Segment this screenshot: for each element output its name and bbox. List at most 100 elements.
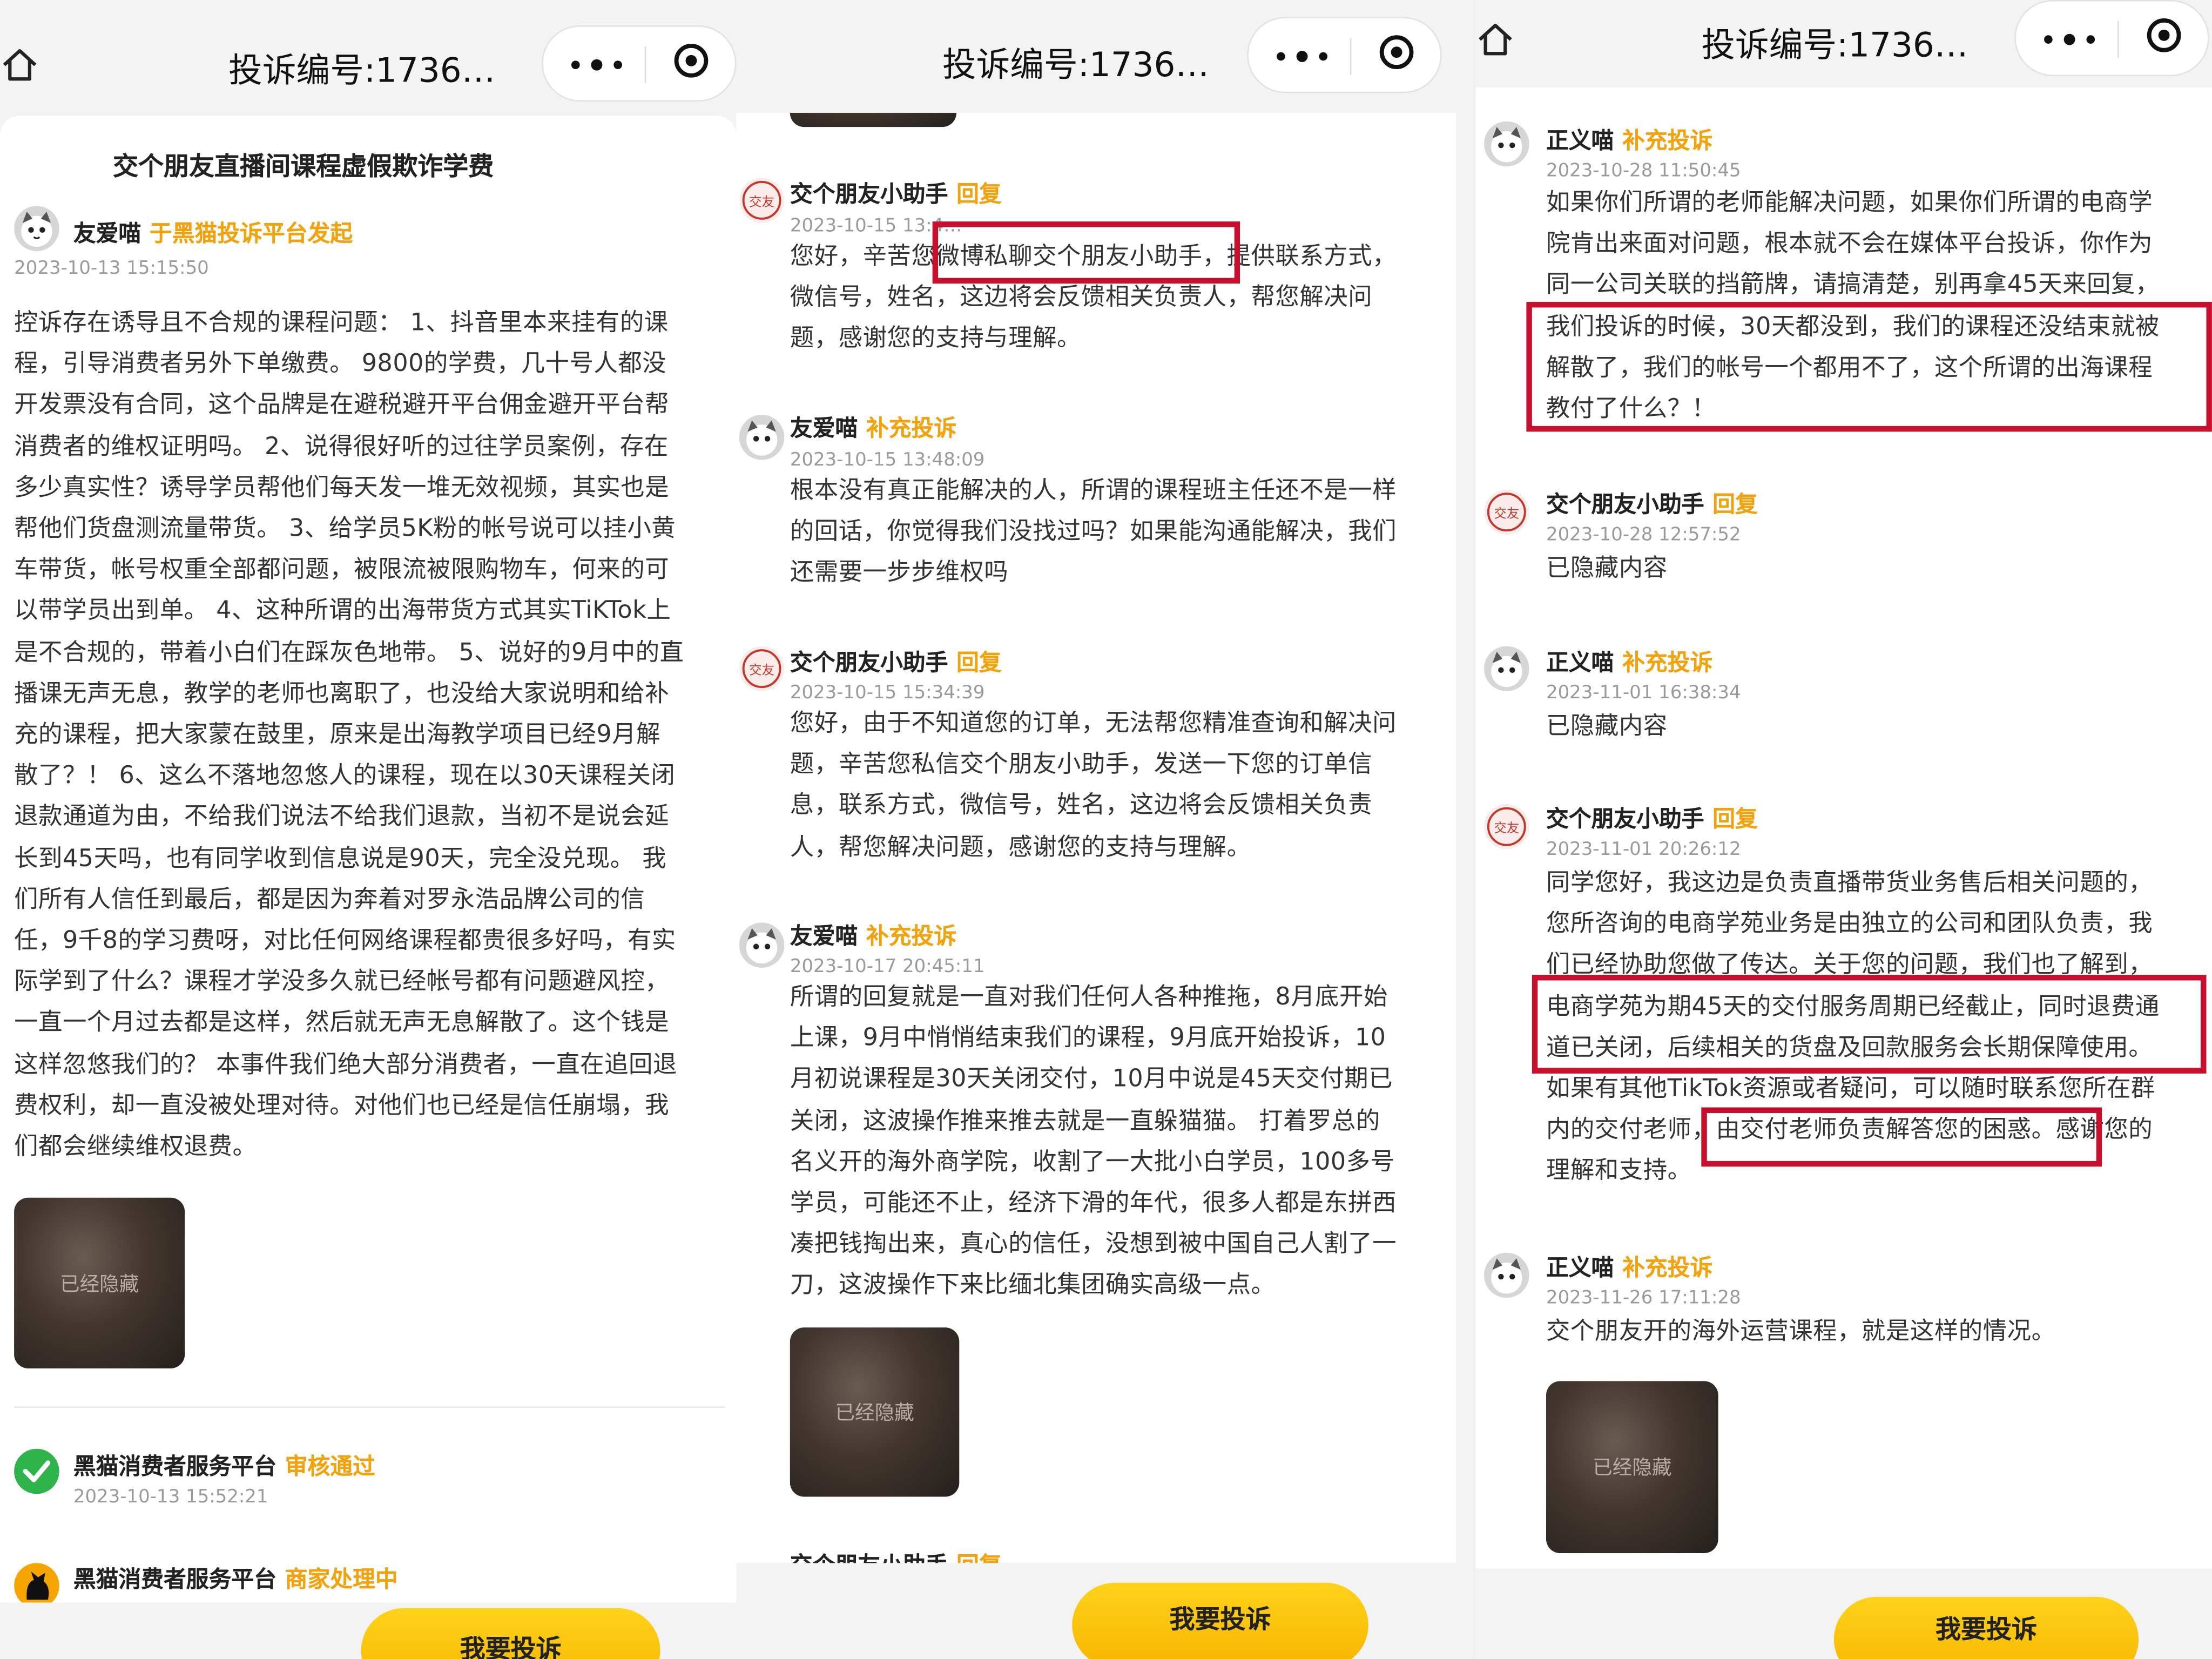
initiator-tag: 于黑猫投诉平台发起 (149, 220, 353, 247)
highlight-box (1526, 302, 2212, 432)
entry-time: 2023-11-26 17:11:28 (1546, 1287, 1741, 1310)
initiator-time: 2023-10-13 15:15:50 (14, 258, 209, 280)
text-line: 任，9千8的学习费呀，对比任何网络课程都贵很多好吗，有实 (14, 927, 676, 955)
home-icon[interactable] (1475, 20, 1515, 59)
svg-text:交友: 交友 (1494, 506, 1519, 521)
user-avatar (1484, 1252, 1529, 1298)
miniapp-capsule[interactable] (542, 25, 737, 102)
complaint-card: 交个朋友直播间课程虚假欺诈学费 友爱喵 于黑猫投诉平台发起 2023-10-13 … (0, 116, 737, 1611)
author-name: 正义喵 (1546, 127, 1614, 154)
entry-text: 所谓的回复就是一直对我们任何人各种推拖，8月底开始 上课，9月中悄悄结束我们的课程… (790, 977, 1453, 1307)
text-line: 一直一个月过去都是这样，然后就无声无息解散了。这个钱是 (14, 1009, 670, 1038)
user-avatar (739, 414, 785, 460)
close-miniapp-icon[interactable] (2147, 18, 2181, 52)
entry-tag: 补充投诉 (1622, 649, 1713, 676)
nav-header: 投诉编号:1736… (736, 0, 1473, 113)
text-line: 关闭，这波操作推来推去就是一直躲猫猫。 打着罗总的 (790, 1107, 1380, 1135)
text-line: 题，辛苦您私信交个朋友小助手，发送一下您的订单信 (790, 751, 1373, 779)
user-avatar (1484, 646, 1529, 691)
complaint-title: 交个朋友直播间课程虚假欺诈学费 (112, 152, 494, 182)
platform-name: 黑猫消费者服务平台 (73, 1566, 277, 1593)
text-line: 播课无声无息，教学的老师也离职了，也没给大家说明和给补 (14, 679, 670, 708)
text-line: 消费者的维权证明吗。 2、说得很好听的过往学员案例，存在 (14, 432, 669, 461)
entry-text: 已隐藏内容 (1546, 549, 2209, 590)
text-line: 程，引导消费者另外下单缴费。 9800的学费，几十号人都没 (14, 350, 667, 379)
entry-tag: 回复 (956, 180, 1002, 207)
hidden-image[interactable]: 已经隐藏 (1546, 1381, 1718, 1554)
author-name: 友爱喵 (790, 414, 858, 442)
status-approved: 黑猫消费者服务平台 审核通过 (73, 1447, 375, 1481)
page-title: 投诉编号:1736… (1701, 25, 1968, 65)
entry-tag: 回复 (956, 649, 1002, 676)
merchant-avatar: 交友 (1484, 489, 1529, 535)
panel-replies-2: 正义喵 补充投诉 2023-10-28 11:50:45 如果你们所谓的老师能解决… (1475, 0, 2212, 1659)
status-tag-processing: 商家处理中 (285, 1566, 398, 1593)
text-line: 交个朋友开的海外运营课程，就是这样的情况。 (1546, 1317, 2056, 1346)
miniapp-capsule[interactable] (2014, 0, 2209, 77)
hidden-image-label: 已经隐藏 (1593, 1457, 1672, 1480)
complain-button[interactable]: 我要投诉 (1072, 1582, 1368, 1659)
complain-button[interactable]: 我要投诉 (361, 1608, 660, 1659)
text-line: 如果你们所谓的老师能解决问题，如果你们所谓的电商学 (1546, 189, 2153, 218)
entry-text: 交个朋友开的海外运营课程，就是这样的情况。 (1546, 1312, 2209, 1353)
text-line: 同一公司关联的挡箭牌，请搞清楚，别再拿45天来回复， (1546, 271, 2160, 300)
text-line: 已隐藏内容 (1546, 554, 1668, 583)
hidden-image[interactable]: 已经隐藏 (790, 1327, 960, 1497)
more-icon[interactable] (1277, 51, 1328, 64)
merchant-avatar: 交友 (739, 646, 785, 691)
more-icon[interactable] (571, 59, 622, 72)
entry-author: 友爱喵 补充投诉 (790, 409, 956, 443)
user-avatar (14, 206, 59, 251)
svg-text:交友: 交友 (749, 663, 774, 678)
entry-time: 2023-10-17 20:45:11 (790, 956, 985, 978)
text-line: 月初说课程是30天关闭交付，10月中说是45天交付期已 (790, 1065, 1393, 1094)
panel-complaint-main: 投诉编号:1736… 交个朋友直播间课程虚假欺诈学费 友爱喵 于黑猫投诉平台发起 … (0, 0, 737, 1659)
text-line: 多少真实性？诱导学员帮他们每天发一堆无效视频，其实也是 (14, 474, 670, 502)
entry-author: 正义喵 补充投诉 (1546, 1249, 1712, 1283)
author-name: 正义喵 (1546, 649, 1614, 676)
entry-time: 2023-10-15 13:48:09 (790, 450, 985, 471)
timeline-card: 交友 交个朋友小助手 回复 2023-10-15 13:4… 您好，辛苦您微博私聊… (736, 59, 1456, 1579)
bottom-bar: 我要投诉 (736, 1563, 1473, 1659)
entry-time: 2023-10-28 11:50:45 (1546, 160, 1741, 182)
text-line: 同学您好，我这边是负责直播带货业务售后相关问题的， (1546, 869, 2153, 898)
text-line: 际学到了什么？课程才学没多久就已经帐号都有问题避风控， (14, 968, 670, 996)
nav-header: 投诉编号:1736… (1475, 0, 2212, 87)
hidden-image[interactable]: 已经隐藏 (14, 1197, 185, 1368)
initiator-name: 友爱喵 于黑猫投诉平台发起 (73, 214, 353, 248)
bottom-bar: 我要投诉 (0, 1602, 737, 1659)
text-line: 刀，这波操作下来比缅北集团确实高级一点。 (790, 1271, 1276, 1300)
entry-author: 交个朋友小助手 回复 (790, 643, 1002, 677)
entry-time: 2023-10-15 15:34:39 (790, 683, 985, 704)
text-line: 还需要一步步维权吗 (790, 559, 1009, 588)
svg-text:交友: 交友 (749, 194, 774, 209)
nav-header: 投诉编号:1736… (0, 0, 737, 113)
entry-author: 正义喵 补充投诉 (1546, 122, 1712, 156)
close-miniapp-icon[interactable] (674, 43, 709, 78)
home-icon[interactable] (0, 45, 39, 85)
more-icon[interactable] (2044, 33, 2095, 46)
entry-tag: 回复 (1712, 491, 1758, 518)
complain-button[interactable]: 我要投诉 (1833, 1597, 2139, 1659)
text-line: 息，联系方式，微信号，姓名，这边将会反馈相关负责 (790, 792, 1373, 820)
entry-text: 已隐藏内容 (1546, 707, 2209, 748)
user-avatar (739, 922, 785, 968)
page-title: 投诉编号:1736… (228, 51, 496, 91)
text-line: 们所有人信任到最后，都是因为奔着对罗永浩品牌公司的信 (14, 886, 645, 914)
merchant-avatar: 交友 (739, 178, 785, 223)
user-avatar (1484, 121, 1529, 167)
black-cat-logo-icon (14, 1563, 59, 1608)
text-line: 所谓的回复就是一直对我们任何人各种推拖，8月底开始 (790, 983, 1388, 1011)
text-line: 上课，9月中悄悄结束我们的课程，9月底开始投诉，10 (790, 1024, 1386, 1053)
screenshot-collage: 投诉编号:1736… 交个朋友直播间课程虚假欺诈学费 友爱喵 于黑猫投诉平台发起 … (0, 0, 2212, 1659)
close-miniapp-icon[interactable] (1379, 35, 1414, 69)
highlight-box (1701, 1107, 2102, 1167)
miniapp-capsule[interactable] (1247, 17, 1442, 93)
entry-time: 2023-11-01 16:38:34 (1546, 683, 1741, 704)
text-line: 您好，由于不知道您的订单，无法帮您精准查询和解决问 (790, 709, 1397, 738)
text-line: 已隐藏内容 (1546, 712, 1668, 741)
status-tag-approved: 审核通过 (285, 1453, 375, 1480)
status-approved-time: 2023-10-13 15:52:21 (73, 1487, 268, 1508)
text-line: 控诉存在诱导且不合规的课程问题： 1、抖音里本来挂有的课 (14, 309, 669, 338)
text-line: 车带货，帐号权重全部都问题，被限流被限购物车，何来的可 (14, 556, 670, 585)
